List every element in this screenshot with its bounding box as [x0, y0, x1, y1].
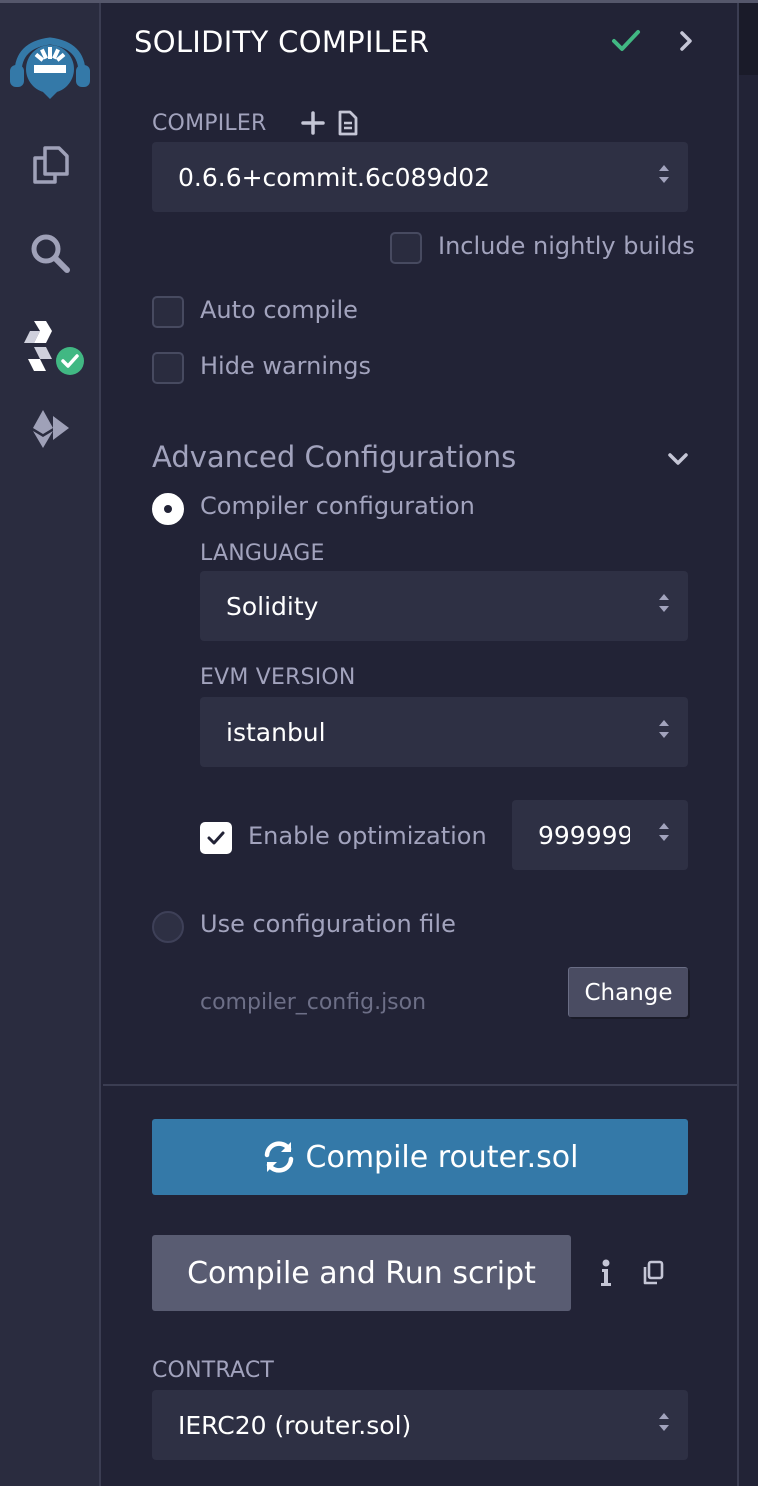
- language-label: LANGUAGE: [200, 541, 325, 566]
- chevron-down-icon[interactable]: [667, 451, 689, 470]
- remix-logo-icon[interactable]: [8, 29, 92, 101]
- change-config-button[interactable]: Change: [568, 967, 688, 1017]
- file-explorer-icon[interactable]: [22, 137, 78, 193]
- compiler-version-select[interactable]: 0.6.6+commit.6c089d02: [152, 142, 688, 212]
- use-config-file-label: Use configuration file: [200, 910, 456, 938]
- select-arrows-icon: [658, 591, 670, 621]
- evm-version-label: EVM VERSION: [200, 665, 356, 690]
- include-nightly-checkbox[interactable]: [390, 232, 422, 264]
- evm-version-select[interactable]: istanbul: [200, 697, 688, 767]
- compiler-config-radio[interactable]: [152, 493, 184, 525]
- remix-window: SOLIDITY COMPILER COMPILER 0.6.6+commit.…: [0, 0, 758, 1486]
- hide-warnings-checkbox[interactable]: [152, 352, 184, 384]
- section-divider: [103, 1084, 737, 1086]
- enable-optimization-label: Enable optimization: [248, 822, 487, 850]
- compiler-config-label: Compiler configuration: [200, 492, 475, 520]
- hide-warnings-label: Hide warnings: [200, 352, 371, 380]
- select-arrows-icon: [658, 717, 670, 747]
- language-value: Solidity: [226, 591, 319, 621]
- editor-tab-shade: [739, 3, 758, 75]
- contract-select[interactable]: IERC20 (router.sol): [152, 1390, 688, 1460]
- contract-label: CONTRACT: [152, 1358, 275, 1383]
- check-icon: [207, 831, 225, 845]
- optimization-runs-value: 999999: [538, 820, 630, 850]
- deploy-run-icon[interactable]: [22, 401, 78, 457]
- compile-and-run-button[interactable]: Compile and Run script: [152, 1235, 571, 1311]
- enable-optimization-checkbox[interactable]: [200, 822, 232, 854]
- advanced-config-heading[interactable]: Advanced Configurations: [152, 440, 516, 474]
- compiler-label: COMPILER: [152, 111, 267, 136]
- panel-title: SOLIDITY COMPILER: [134, 25, 430, 59]
- icon-sidebar: [0, 3, 101, 1486]
- stepper-arrows-icon[interactable]: [658, 820, 670, 850]
- add-compiler-icon[interactable]: [301, 111, 325, 139]
- copy-icon[interactable]: [641, 1260, 665, 1290]
- refresh-icon: [264, 1141, 293, 1173]
- compiler-panel: SOLIDITY COMPILER COMPILER 0.6.6+commit.…: [103, 3, 737, 1486]
- auto-compile-label: Auto compile: [200, 296, 358, 324]
- info-icon[interactable]: [600, 1259, 612, 1291]
- optimization-runs-input[interactable]: 999999: [512, 800, 688, 870]
- evm-version-value: istanbul: [226, 717, 326, 747]
- chevron-right-icon[interactable]: [678, 29, 694, 57]
- include-nightly-label: Include nightly builds: [438, 232, 695, 260]
- compiler-version-value: 0.6.6+commit.6c089d02: [178, 162, 491, 192]
- auto-compile-checkbox[interactable]: [152, 296, 184, 328]
- language-select[interactable]: Solidity: [200, 571, 688, 641]
- search-icon[interactable]: [22, 225, 78, 281]
- contract-value: IERC20 (router.sol): [178, 1410, 412, 1440]
- use-config-file-radio[interactable]: [152, 911, 184, 943]
- config-file-name: compiler_config.json: [200, 990, 427, 1015]
- success-check-icon: [611, 28, 641, 58]
- compile-button-label: Compile router.sol: [305, 1139, 579, 1175]
- compile-button[interactable]: Compile router.sol: [152, 1119, 688, 1195]
- editor-edge: [737, 3, 758, 1486]
- select-arrows-icon: [658, 162, 670, 192]
- document-icon[interactable]: [337, 109, 359, 141]
- solidity-compiler-icon[interactable]: [22, 319, 92, 383]
- select-arrows-icon: [658, 1410, 670, 1440]
